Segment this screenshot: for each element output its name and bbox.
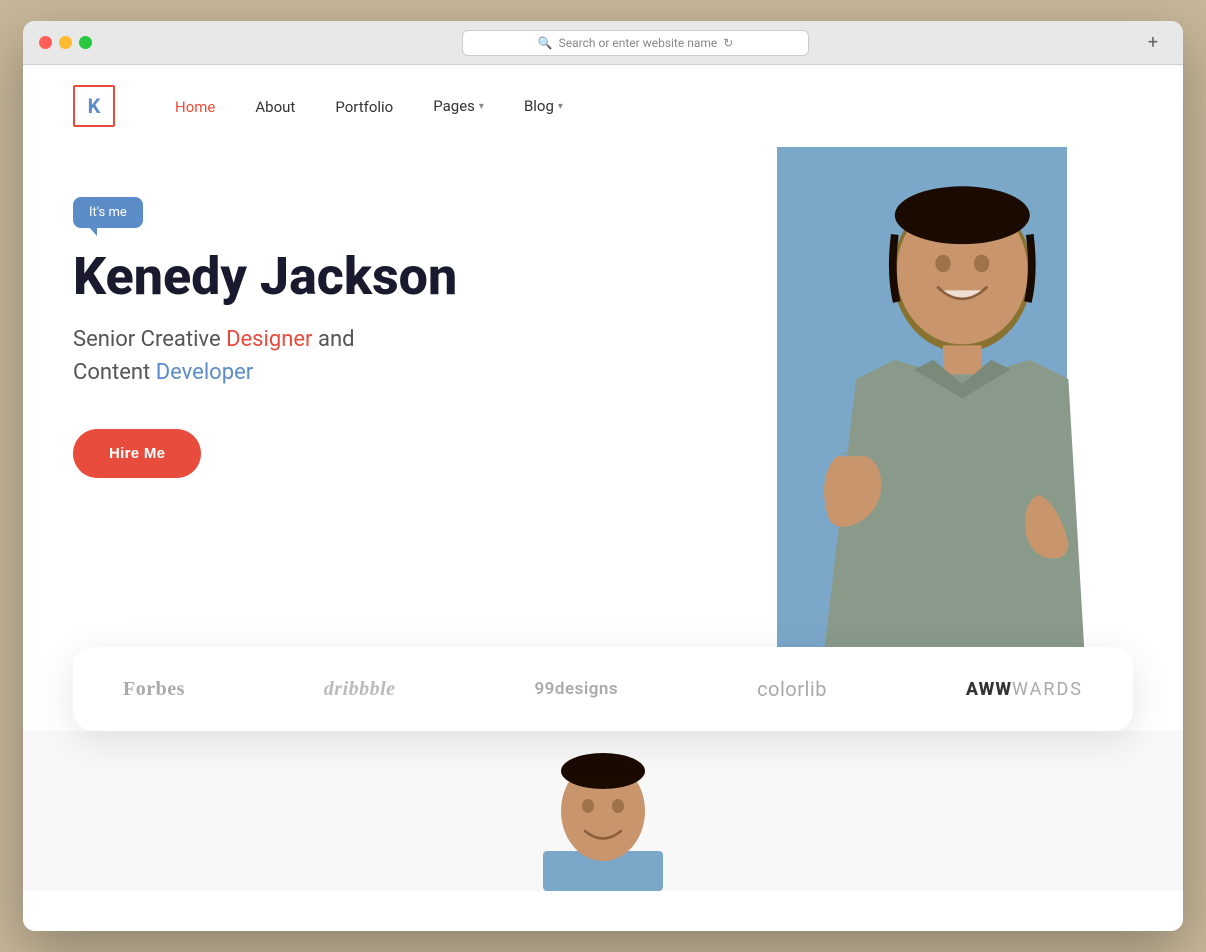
nav-portfolio[interactable]: Portfolio — [335, 98, 393, 116]
brand-99designs: 99designs — [534, 679, 618, 699]
pages-dropdown-icon: ▾ — [479, 101, 484, 112]
speech-bubble: It's me — [73, 197, 143, 228]
new-tab-button[interactable]: + — [1139, 29, 1167, 57]
minimize-button[interactable] — [59, 36, 72, 49]
close-button[interactable] — [39, 36, 52, 49]
refresh-icon[interactable]: ↻ — [723, 36, 733, 50]
blog-dropdown-icon: ▾ — [558, 101, 563, 112]
brands-section: Forbes dribbble 99designs colorlib AWWWA… — [73, 647, 1133, 731]
maximize-button[interactable] — [79, 36, 92, 49]
nav-blog[interactable]: Blog ▾ — [524, 97, 563, 115]
bottom-section — [23, 731, 1183, 891]
address-bar[interactable]: 🔍 Search or enter website name ↻ — [462, 30, 810, 56]
traffic-lights — [39, 36, 92, 49]
browser-window: 🔍 Search or enter website name ↻ + K Hom… — [23, 21, 1183, 931]
hero-section: It's me Kenedy Jackson Senior Creative D… — [23, 147, 1183, 707]
search-icon: 🔍 — [538, 36, 553, 50]
person-svg — [733, 167, 1153, 707]
bottom-person-peek — [533, 751, 673, 891]
address-text: Search or enter website name — [559, 36, 718, 50]
website-content: K Home About Portfolio Pages ▾ Blog ▾ — [23, 65, 1183, 931]
logo[interactable]: K — [73, 85, 115, 127]
brand-forbes: Forbes — [123, 678, 185, 701]
browser-chrome: 🔍 Search or enter website name ↻ + — [23, 21, 1183, 65]
nav-about[interactable]: About — [255, 98, 295, 116]
brand-dribbble: dribbble — [324, 678, 396, 701]
brand-colorlib: colorlib — [757, 677, 827, 701]
nav-pages[interactable]: Pages ▾ — [433, 97, 484, 115]
person-image — [487, 147, 1183, 707]
hire-me-button[interactable]: Hire Me — [73, 429, 201, 478]
brand-awwwards: AWWWARDS — [966, 679, 1083, 700]
nav-links: Home About Portfolio Pages ▾ Blog ▾ — [175, 97, 563, 116]
navbar: K Home About Portfolio Pages ▾ Blog ▾ — [23, 65, 1183, 147]
nav-home[interactable]: Home — [175, 98, 215, 116]
